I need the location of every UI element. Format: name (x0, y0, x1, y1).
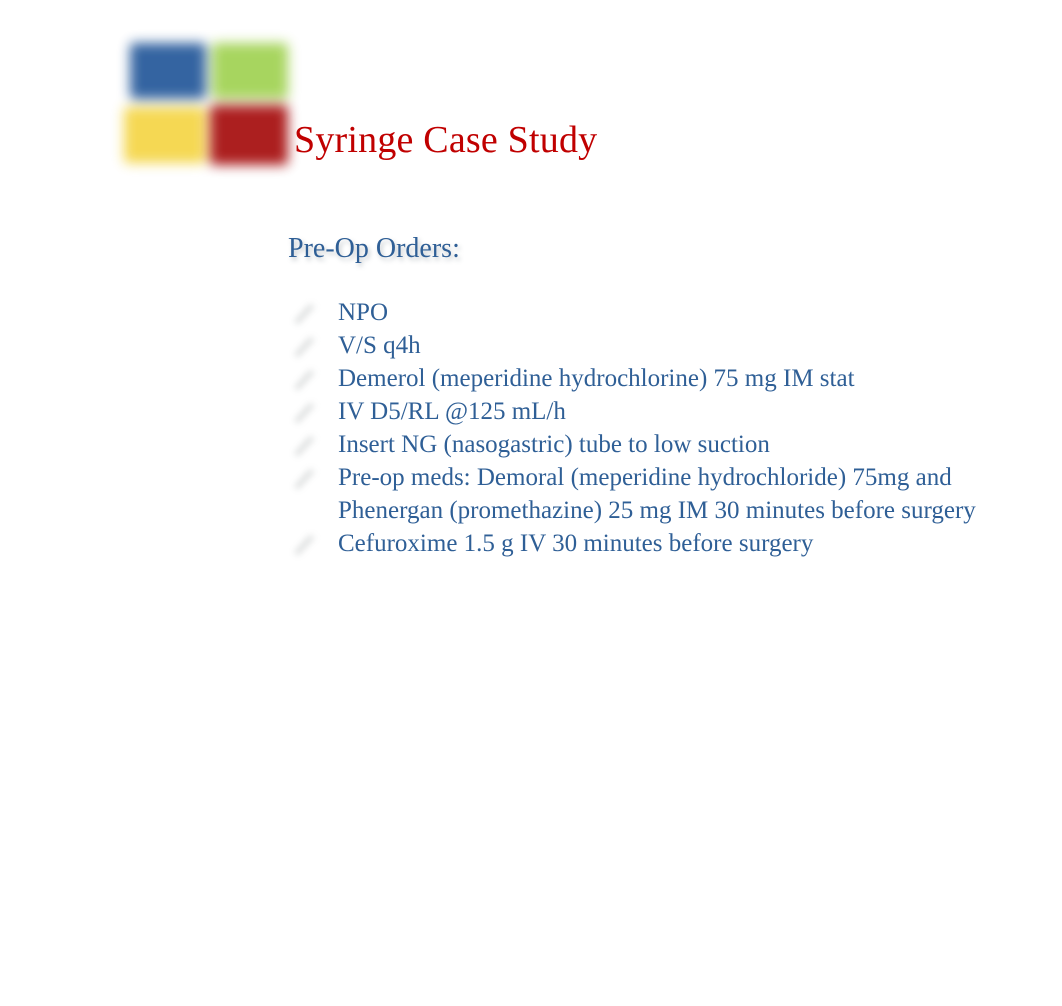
list-item: Demerol (meperidine hydrochlorine) 75 mg… (286, 362, 1006, 395)
pencil-bullet-icon (290, 432, 320, 458)
list-item: Pre-op meds: Demoral (meperidine hydroch… (286, 461, 1006, 527)
slide-body: Pre-Op Orders: NPO V/S q4h Demerol (mepe… (0, 0, 1062, 1006)
list-item: Insert NG (nasogastric) tube to low suct… (286, 428, 1006, 461)
pencil-bullet-icon (290, 399, 320, 425)
list-item: IV D5/RL @125 mL/h (286, 395, 1006, 428)
list-item-label: Insert NG (nasogastric) tube to low suct… (338, 431, 770, 458)
pencil-bullet-icon (290, 333, 320, 359)
presentation-slide: Syringe Case Study Pre-Op Orders: NPO V/… (0, 0, 1062, 1006)
list-item-label: IV D5/RL @125 mL/h (338, 398, 566, 425)
list-item: Cefuroxime 1.5 g IV 30 minutes before su… (286, 527, 1006, 560)
pencil-bullet-icon (290, 300, 320, 326)
list-item: V/S q4h (286, 329, 1006, 362)
pencil-bullet-icon (290, 465, 320, 491)
list-item-label: Demerol (meperidine hydrochlorine) 75 mg… (338, 365, 855, 392)
pencil-bullet-icon (290, 531, 320, 557)
list-item-label: V/S q4h (338, 332, 421, 359)
pencil-bullet-icon (290, 366, 320, 392)
pre-op-orders-list: NPO V/S q4h Demerol (meperidine hydrochl… (286, 296, 1006, 560)
orders-heading: Pre-Op Orders: (288, 233, 460, 264)
list-item-label: NPO (338, 299, 389, 326)
list-item: NPO (286, 296, 1006, 329)
list-item-label: Pre-op meds: Demoral (meperidine hydroch… (338, 464, 976, 524)
list-item-label: Cefuroxime 1.5 g IV 30 minutes before su… (338, 530, 814, 557)
